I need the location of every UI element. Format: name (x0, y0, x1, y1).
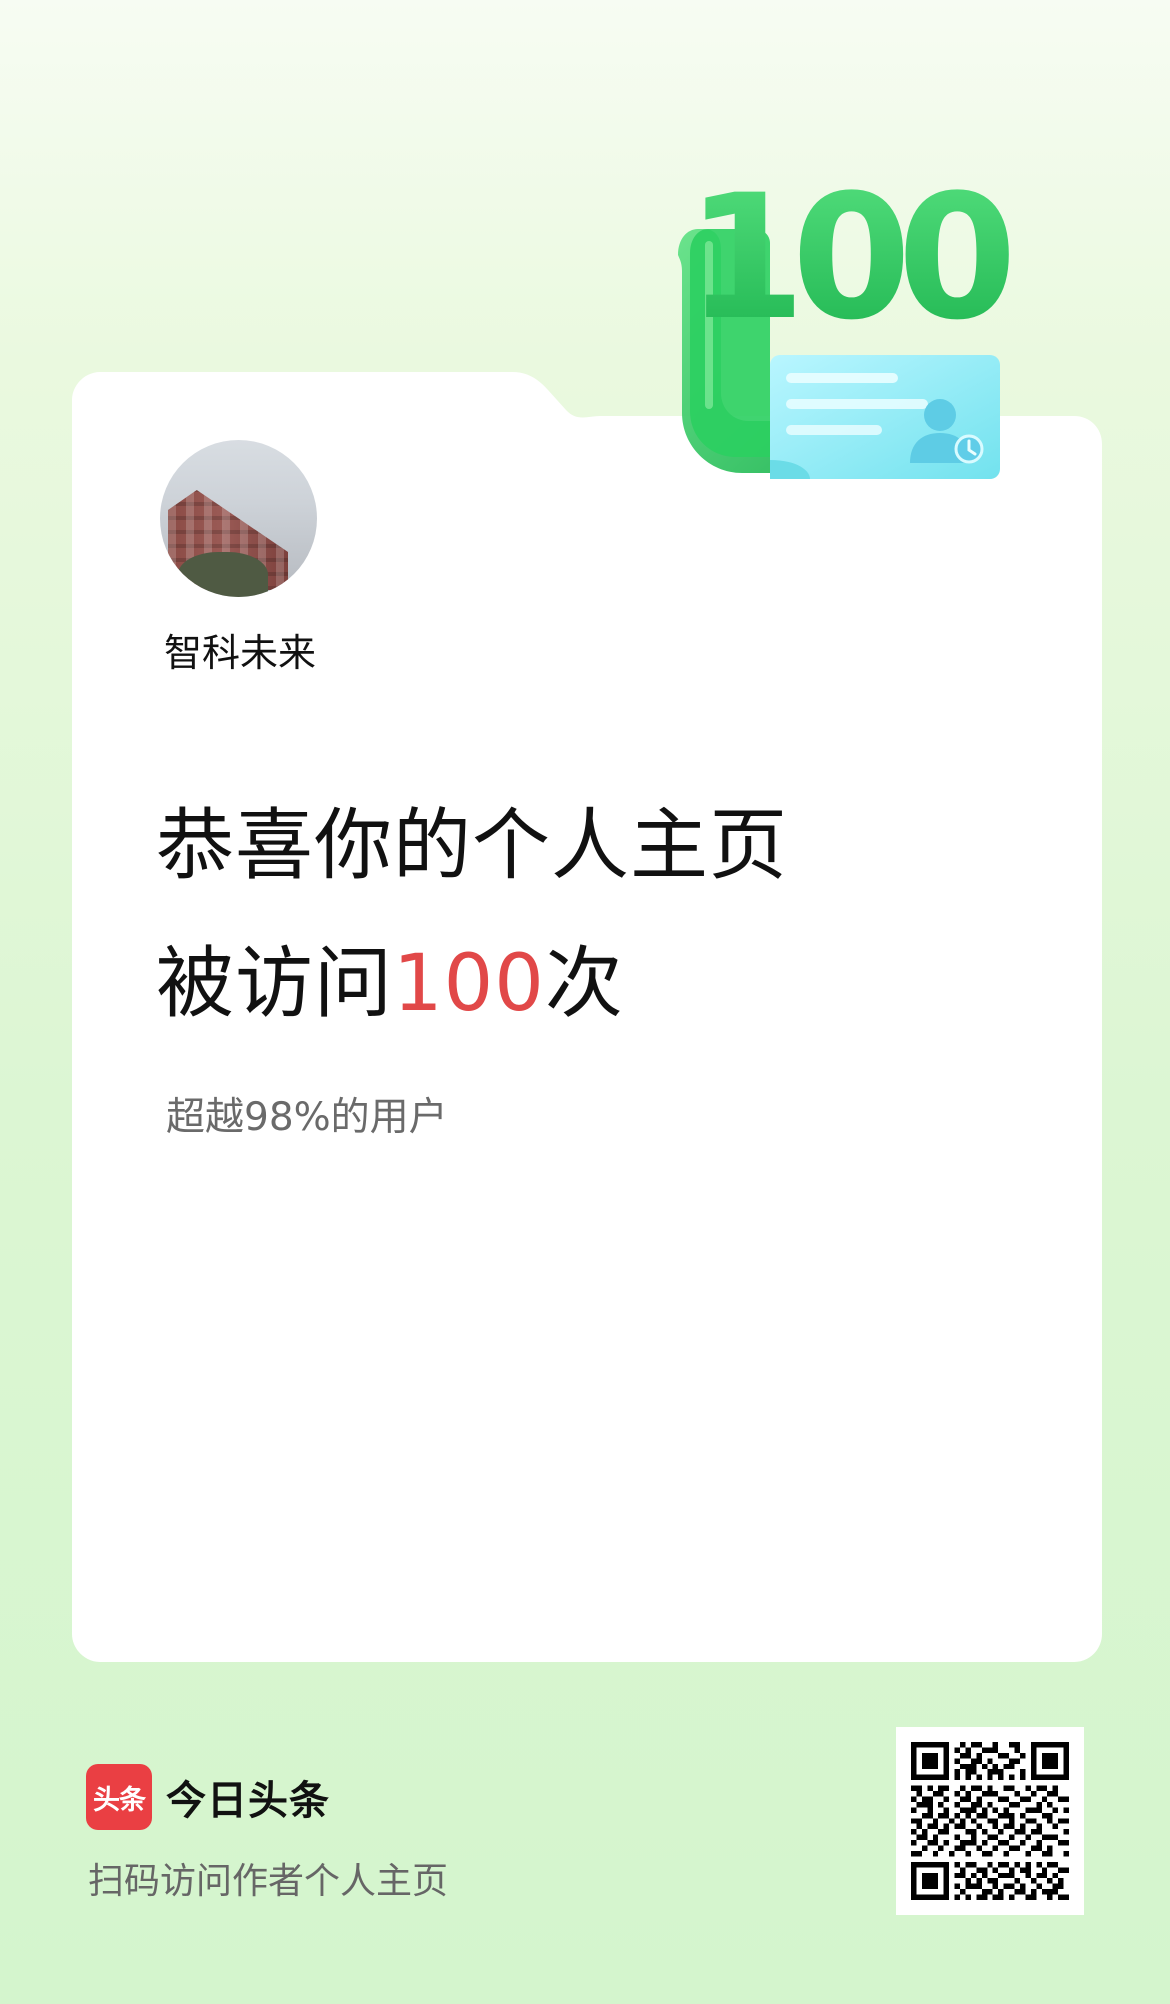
ranking-subtitle: 超越98%的用户 (166, 1095, 448, 1140)
qr-code-icon (911, 1742, 1069, 1900)
profile-qr-code[interactable] (896, 1727, 1084, 1915)
headline-line-1: 恭喜你的个人主页 (156, 801, 789, 891)
visit-milestone-card: 智科未来 恭喜你的个人主页 被访问100次 超越98%的用户 (72, 372, 1102, 1662)
milestone-badge-illustration: 100 (678, 157, 1023, 479)
milestone-badge: 100 (660, 135, 1023, 495)
brand-name: 今日头条 (166, 1778, 330, 1824)
author-avatar[interactable] (160, 440, 317, 597)
headline-line-2: 被访问100次 (156, 915, 788, 1053)
visit-count: 100 (393, 939, 545, 1029)
toutiao-icon: 头条 (86, 1764, 152, 1830)
headline-prefix: 被访问 (156, 939, 394, 1029)
badge-count: 100 (686, 157, 1009, 358)
author-name: 智科未来 (164, 631, 317, 675)
scan-instruction: 扫码访问作者个人主页 (88, 1861, 449, 1902)
milestone-headline: 恭喜你的个人主页 被访问100次 (156, 777, 788, 1053)
brand-row: 头条 今日头条 (86, 1764, 330, 1830)
share-poster-page: 100 智科未来 恭喜你的个人主页 被访问100次 超越98%的用户 头条 今日… (0, 0, 1170, 2004)
headline-suffix: 次 (544, 939, 624, 1029)
brand-icon-text: 头条 (93, 1784, 146, 1816)
avatar-tree-image (178, 552, 268, 597)
